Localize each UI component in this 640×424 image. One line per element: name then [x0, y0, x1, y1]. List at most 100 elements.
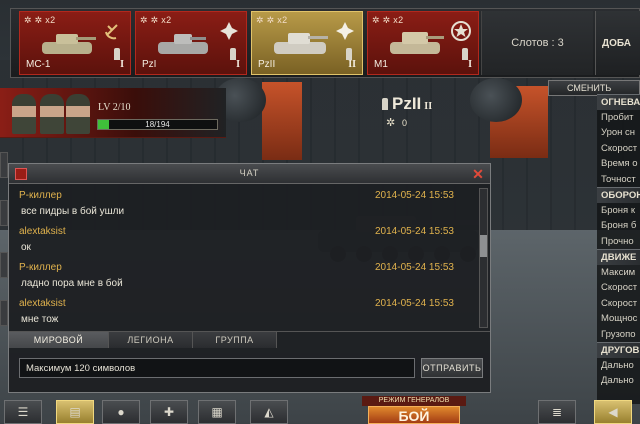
document-icon: ▤ — [69, 405, 81, 419]
chat-window: ЧАТ ✕ Р-киллер 2014-05-24 15:53 все пидр… — [8, 163, 491, 393]
chat-input-row: ОТПРАВИТЬ — [9, 350, 490, 390]
battle-panel: РЕЖИМ ГЕНЕРАЛОВ БОЙ — [362, 396, 466, 424]
send-button[interactable]: ОТПРАВИТЬ — [421, 358, 483, 378]
selected-tank-name: PzII — [392, 94, 422, 113]
menu-button[interactable]: ☰ — [4, 400, 42, 424]
chat-scrollbar[interactable] — [479, 188, 488, 328]
furnace-light — [262, 82, 302, 160]
battle-mode-label[interactable]: РЕЖИМ ГЕНЕРАЛОВ — [362, 396, 466, 406]
cart-icon: ▦ — [211, 405, 223, 419]
player-level-label: LV 2/10 — [98, 102, 131, 113]
mail-button[interactable]: ≣ — [538, 400, 576, 424]
stat-row: Мощнос — [601, 313, 638, 324]
ceiling-pipe — [470, 78, 522, 122]
tank-slot-pzi[interactable]: ✲ ✲ x2 PzI I — [135, 11, 247, 75]
slot-tank-tier: I — [236, 59, 240, 70]
slot-tank-name: PzI — [142, 59, 157, 70]
upgrade-button[interactable]: ✚ — [150, 400, 188, 424]
tab-group[interactable]: ГРУППА — [193, 332, 277, 348]
crew-member-avatar — [12, 94, 36, 134]
slot-bonus-label: ✲ ✲ x2 — [24, 15, 56, 25]
tank-thumbnail-icon — [42, 34, 96, 54]
shop-button[interactable]: ▦ — [198, 400, 236, 424]
tab-legion[interactable]: ЛЕГИОНА — [109, 332, 193, 348]
stat-row: Пробит — [601, 111, 634, 123]
tank-stats-panel: ОГНЕВА Пробит Урон сн Скорост Время о Точност… — [597, 94, 640, 404]
scroll-icon: ≣ — [551, 405, 563, 419]
side-tab[interactable] — [0, 252, 8, 278]
xp-progress-text: 18/194 — [145, 120, 170, 129]
message-time: 2014-05-24 15:53 — [375, 190, 454, 201]
crew-member-avatar — [66, 94, 90, 134]
stat-row: Броня б — [601, 220, 637, 231]
stat-row: Точност — [601, 173, 636, 185]
tank-tree-button[interactable]: ◭ — [250, 400, 288, 424]
stats-section-header: ДВИЖЕ — [597, 249, 640, 265]
missions-button[interactable]: ▤ — [56, 400, 94, 424]
side-tab[interactable] — [0, 300, 8, 326]
slot-tank-tier: II — [348, 59, 356, 70]
tab-world[interactable]: МИРОВОЙ — [9, 332, 109, 348]
chat-message: alextaksist 2014-05-24 15:53 мне тож — [19, 296, 475, 328]
selected-tank-tier: II — [424, 101, 433, 112]
stat-row: Грузопо — [601, 328, 636, 340]
chat-messages: Р-киллер 2014-05-24 15:53 все пидры в бо… — [19, 188, 475, 328]
chat-message: Р-киллер 2014-05-24 15:53 все пидры в бо… — [19, 188, 475, 224]
slot-bonus-label: ✲ ✲ x2 — [372, 15, 404, 25]
sound-button[interactable]: ◀ — [594, 400, 632, 424]
message-text: ок — [21, 242, 31, 253]
message-text: все пидры в бой ушли — [21, 206, 125, 217]
speaker-icon: ◀ — [608, 405, 618, 419]
message-time: 2014-05-24 15:53 — [375, 226, 454, 237]
side-tab[interactable] — [0, 200, 8, 226]
chat-scroll-thumb[interactable] — [480, 235, 487, 257]
slot-tank-name: M1 — [374, 59, 388, 70]
tank-slot-m1[interactable]: ✲ ✲ x2 M1 I — [367, 11, 479, 75]
slot-tank-name: МС-1 — [26, 59, 51, 70]
list-icon: ☰ — [17, 405, 29, 419]
chat-title: ЧАТ — [239, 168, 260, 178]
side-tab[interactable] — [0, 152, 8, 178]
tank-thumbnail-icon — [390, 32, 444, 54]
message-time: 2014-05-24 15:53 — [375, 262, 454, 273]
message-author[interactable]: alextaksist — [19, 298, 66, 309]
slot-bonus-label: ✲ ✲ x2 — [256, 15, 288, 25]
crew-button[interactable]: ● — [102, 400, 140, 424]
ammo-icon — [114, 48, 120, 60]
us-star-icon — [451, 21, 471, 41]
person-icon: ● — [117, 405, 125, 419]
stat-row: Максим — [601, 266, 636, 278]
tank-thumbnail-icon — [158, 34, 208, 54]
iron-cross-icon — [336, 22, 354, 40]
chat-message-input[interactable] — [19, 358, 415, 378]
slot-tank-name: PzII — [258, 59, 276, 70]
close-icon[interactable]: ✕ — [470, 166, 486, 182]
buy-slot-button[interactable]: ДОБА — [595, 11, 640, 75]
ammo-icon — [462, 48, 468, 60]
selected-tank-count: 0 — [402, 118, 408, 128]
chat-tabs: МИРОВОЙ ЛЕГИОНА ГРУППА — [9, 331, 490, 348]
selected-tank-title: PzII II — [392, 94, 432, 114]
chat-titlebar: ЧАТ ✕ — [9, 164, 490, 184]
tank-slot-ms1[interactable]: ✲ ✲ x2 МС-1 I — [19, 11, 131, 75]
stat-row: Прочно — [601, 235, 634, 247]
xp-progress-bar: 18/194 — [97, 119, 218, 130]
tank-slot-pzii[interactable]: ✲ ✲ x2 PzII II — [251, 11, 363, 75]
message-author[interactable]: alextaksist — [19, 226, 66, 237]
tools-icon: ✚ — [163, 405, 175, 419]
stats-section-header: ОБОРОН — [597, 187, 640, 203]
battle-button[interactable]: БОЙ — [368, 406, 460, 424]
message-author[interactable]: Р-киллер — [19, 190, 62, 201]
message-time: 2014-05-24 15:53 — [375, 298, 454, 309]
slots-count-label: Слотов : 3 — [481, 11, 593, 75]
stats-section-header: ДРУГОВ — [597, 342, 640, 358]
message-author[interactable]: Р-киллер — [19, 262, 62, 273]
message-text: ладно пора мне в бой — [21, 278, 123, 289]
tank-thumbnail-icon — [274, 33, 328, 54]
stat-row: Время о — [601, 158, 638, 169]
slot-tank-tier: I — [468, 59, 472, 70]
ammo-icon — [382, 98, 388, 110]
garage-tank-bar: ✲ ✲ x2 МС-1 I ✲ ✲ x2 PzI I ✲ ✲ x2 PzII I… — [10, 8, 640, 78]
crew-panel[interactable] — [0, 88, 226, 138]
stat-row: Скорост — [601, 142, 638, 154]
